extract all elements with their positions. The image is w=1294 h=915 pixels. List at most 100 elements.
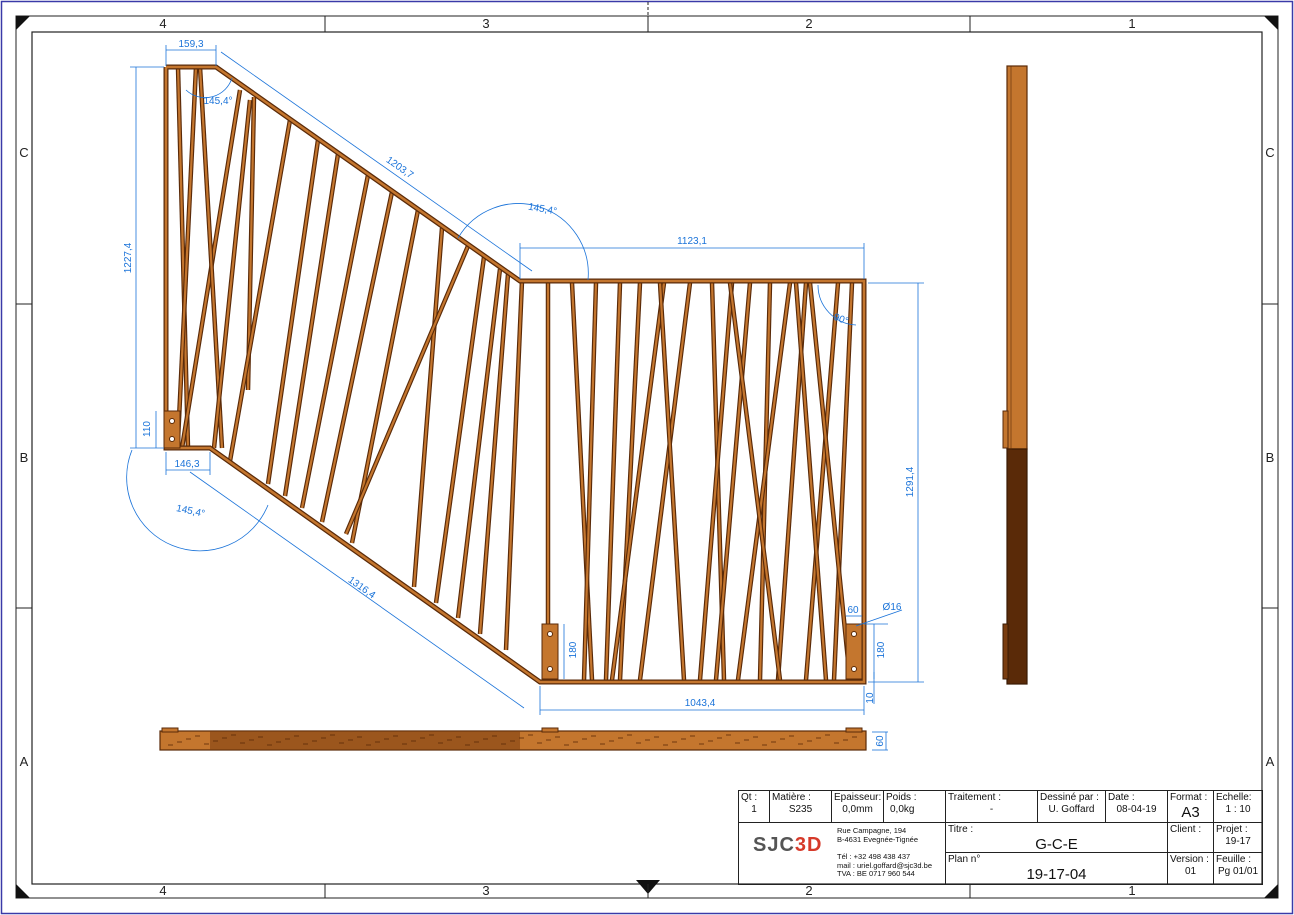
- treatment-cell: Traitement : -: [946, 791, 1038, 823]
- version-label: Version :: [1170, 854, 1209, 865]
- date-cell: Date : 08-04-19: [1106, 791, 1168, 823]
- scale-value: 1 : 10: [1225, 804, 1251, 815]
- date-label: Date :: [1108, 792, 1135, 803]
- format-cell: Format : A3: [1168, 791, 1214, 823]
- weight-cell: Poids : 0,0kg: [884, 791, 946, 823]
- dim-right-top-width: 1123,1: [677, 236, 707, 247]
- fixing-plate-left: [163, 410, 181, 449]
- fixing-plate-right: [845, 623, 863, 680]
- project-cell: Projet : 19-17: [1214, 823, 1263, 853]
- drawing-border: [31, 31, 1263, 885]
- client-cell: Client :: [1168, 823, 1214, 853]
- corner-mark-tl: [16, 16, 30, 30]
- dim-plate-height-mid: 180: [568, 641, 579, 658]
- company-cell: SJC3D Rue Campagne, 194 B-4631 Evegnée-T…: [739, 823, 946, 885]
- version-value: 01: [1184, 866, 1197, 877]
- company-logo: SJC3D: [753, 835, 822, 855]
- zone-col-label-bottom: 1: [1128, 883, 1135, 898]
- frame-outline: [163, 64, 867, 685]
- scale-label: Echelle:: [1216, 792, 1252, 803]
- qty-value: 1: [751, 804, 757, 815]
- plan-label: Plan n°: [948, 854, 981, 865]
- drawn-by-label: Dessiné par :: [1040, 792, 1099, 803]
- outer-border: [0, 0, 1294, 915]
- client-label: Client :: [1170, 824, 1202, 835]
- dim-thickness: 60: [875, 735, 886, 747]
- zone-row-label-right: C: [1265, 145, 1274, 160]
- weight-label: Poids :: [886, 792, 917, 803]
- logo-text-left: SJC: [753, 834, 795, 856]
- scale-cell: Echelle: 1 : 10: [1214, 791, 1263, 823]
- railing-bar-fill: [412, 227, 444, 588]
- sheet-cell: Feuille : Pg 01/01: [1214, 853, 1263, 885]
- dim-left-height: 1227,4: [123, 242, 134, 273]
- drawn-by-value: U. Goffard: [1048, 804, 1095, 815]
- zone-row-label-left: A: [20, 754, 29, 769]
- dim-angle-bottom: 145,4°: [175, 503, 206, 520]
- zone-col-label-bottom: 3: [482, 883, 489, 898]
- material-value: S235: [788, 804, 813, 815]
- dim-bottom-width: 1043,4: [685, 698, 716, 709]
- dim-slope-bottom: 1316,4: [346, 575, 378, 602]
- date-value: 08-04-19: [1116, 804, 1157, 815]
- plan-cell: Plan n° 19-17-04: [946, 853, 1168, 885]
- corner-mark-tr: [1264, 16, 1278, 30]
- zone-col-label-bottom: 2: [805, 883, 812, 898]
- zone-row-label-right: B: [1266, 450, 1275, 465]
- thickness-cell: Epaisseur: 0,0mm: [832, 791, 884, 823]
- logo-text-right: 3D: [794, 834, 823, 856]
- weight-value: 0,0kg: [890, 804, 915, 815]
- top-view: [159, 727, 867, 751]
- sheet-value: Pg 01/01: [1217, 866, 1259, 877]
- front-view: [163, 64, 867, 685]
- zone-col-label-top: 4: [159, 16, 166, 31]
- dim-plate-height-left: 110: [142, 421, 153, 437]
- qty-label: Qt :: [741, 792, 758, 803]
- zone-row-label-left: C: [19, 145, 28, 160]
- thickness-value: 0,0mm: [842, 804, 873, 815]
- dim-right-height: 1291,4: [905, 466, 916, 497]
- company-vat: TVA : BE 0717 960 544: [837, 869, 915, 878]
- fixing-plate-middle: [541, 623, 559, 680]
- corner-mark-br: [1264, 884, 1278, 898]
- title-label: Titre :: [948, 824, 974, 835]
- dim-hole-diameter: Ø16: [883, 602, 902, 613]
- format-label: Format :: [1170, 792, 1208, 803]
- title-value: G-C-E: [1035, 836, 1078, 853]
- zone-row-label-right: A: [1266, 754, 1275, 769]
- company-address-line2: B-4631 Evegnée-Tignée: [837, 834, 919, 844]
- zone-col-label-top: 1: [1128, 16, 1135, 31]
- zone-row-label-left: B: [20, 450, 29, 465]
- material-label: Matière :: [772, 792, 811, 803]
- dim-top-angle: 145,4°: [203, 96, 232, 107]
- dim-bottom-left-width: 146,3: [174, 459, 199, 470]
- thickness-label: Epaisseur:: [834, 792, 882, 803]
- side-view: [1002, 65, 1028, 685]
- title-cell: Titre : G-C-E: [946, 823, 1168, 853]
- title-block: Qt : 1 Matière : S235 Epaisseur: 0,0mm P…: [738, 790, 1263, 885]
- treatment-value: -: [989, 804, 994, 815]
- zone-col-label-bottom: 4: [159, 883, 166, 898]
- zone-col-label-top: 3: [482, 16, 489, 31]
- qty-cell: Qt : 1: [739, 791, 770, 823]
- dim-bottom-offset: 10: [865, 692, 876, 704]
- dim-plate-width: 60: [847, 605, 859, 616]
- vertical-bars: [175, 66, 855, 681]
- dim-angle-mid: 145,4°: [527, 202, 558, 218]
- sheet-label: Feuille :: [1216, 854, 1252, 865]
- dim-top-width: 159,3: [178, 39, 203, 50]
- railing-bar-fill: [728, 282, 782, 681]
- corner-mark-bl: [16, 884, 30, 898]
- dim-plate-height-right: 180: [876, 641, 887, 658]
- project-label: Projet :: [1216, 824, 1248, 835]
- railing-bar-fill: [504, 280, 524, 651]
- project-value: 19-17: [1225, 836, 1251, 847]
- format-value: A3: [1181, 804, 1200, 821]
- treatment-label: Traitement :: [948, 792, 1001, 803]
- drawn-by-cell: Dessiné par : U. Goffard: [1038, 791, 1106, 823]
- zone-col-label-top: 2: [805, 16, 812, 31]
- version-cell: Version : 01: [1168, 853, 1214, 885]
- drawing-sheet: 4 3 2 1 4 3 2 1 C B A C B A 159,3 145,4°…: [0, 0, 1294, 915]
- plan-value: 19-17-04: [1026, 866, 1087, 883]
- material-cell: Matière : S235: [770, 791, 832, 823]
